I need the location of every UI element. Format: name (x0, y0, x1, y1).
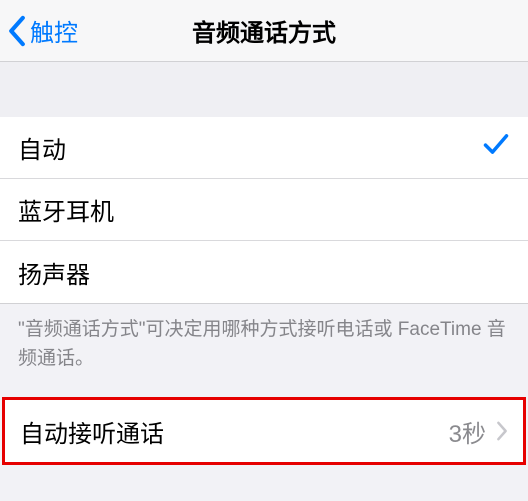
option-auto[interactable]: 自动 (0, 117, 528, 179)
routing-options: 自动 蓝牙耳机 扬声器 (0, 117, 528, 304)
checkmark-icon (482, 130, 510, 165)
auto-answer-label: 自动接听通话 (20, 414, 164, 449)
auto-answer-row[interactable]: 自动接听通话 3秒 (5, 400, 523, 462)
auto-answer-value: 3秒 (449, 414, 486, 449)
option-bluetooth[interactable]: 蓝牙耳机 (0, 179, 528, 241)
back-label: 触控 (30, 13, 78, 48)
page-title: 音频通话方式 (0, 13, 528, 48)
chevron-left-icon (8, 15, 26, 47)
option-speaker-label: 扬声器 (18, 255, 90, 290)
option-auto-label: 自动 (18, 130, 66, 165)
highlight-box: 自动接听通话 3秒 (2, 397, 526, 465)
back-button[interactable]: 触控 (0, 13, 78, 48)
option-speaker[interactable]: 扬声器 (0, 241, 528, 303)
spacer (0, 62, 528, 117)
auto-answer-right: 3秒 (449, 414, 508, 449)
footer-note: "音频通话方式"可决定用哪种方式接听电话或 FaceTime 音频通话。 (0, 304, 528, 397)
option-bluetooth-label: 蓝牙耳机 (18, 192, 114, 227)
chevron-right-icon (496, 421, 508, 441)
nav-bar: 触控 音频通话方式 (0, 0, 528, 62)
